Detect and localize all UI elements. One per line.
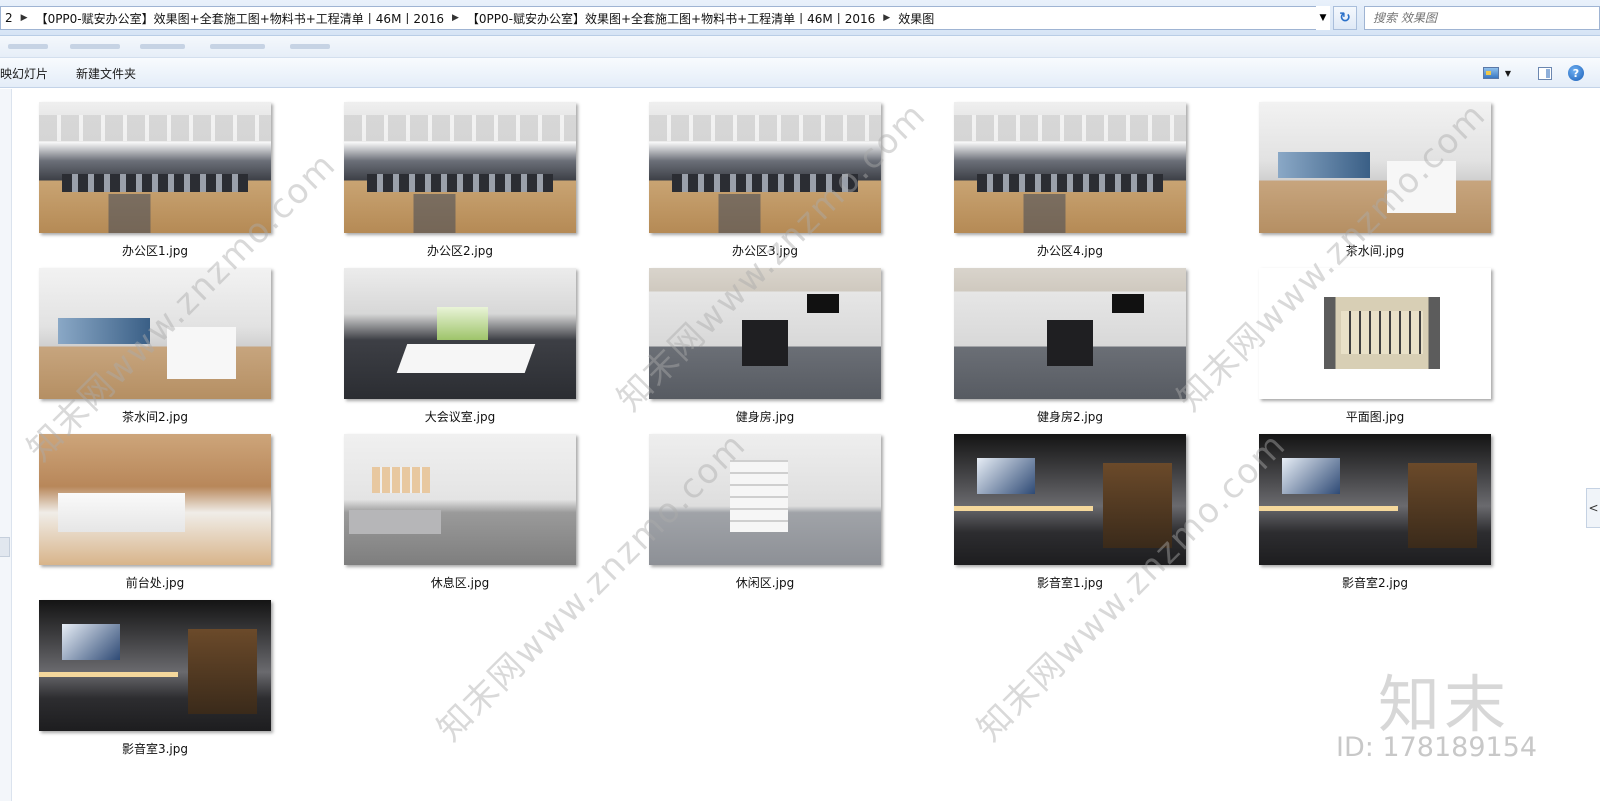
breadcrumb-segment[interactable]: 2 bbox=[1, 11, 17, 25]
file-tile[interactable]: 办公区2.jpg bbox=[343, 102, 583, 262]
file-name: 健身房2.jpg bbox=[1036, 410, 1104, 424]
file-name: 办公区3.jpg bbox=[731, 244, 799, 258]
file-tile[interactable]: 休闲区.jpg bbox=[648, 434, 888, 594]
file-thumbnail[interactable] bbox=[649, 102, 881, 233]
file-thumbnail[interactable] bbox=[1259, 434, 1491, 565]
breadcrumb-arrow-icon[interactable]: ▶ bbox=[879, 13, 894, 23]
menu-placeholder bbox=[290, 44, 330, 49]
file-name: 休息区.jpg bbox=[430, 576, 490, 590]
file-name: 茶水间2.jpg bbox=[121, 410, 189, 424]
help-icon: ? bbox=[1568, 65, 1584, 81]
file-name: 影音室2.jpg bbox=[1341, 576, 1409, 590]
file-name: 办公区2.jpg bbox=[426, 244, 494, 258]
file-tile[interactable]: 健身房.jpg bbox=[648, 268, 888, 428]
menu-placeholder bbox=[210, 44, 265, 49]
file-name: 平面图.jpg bbox=[1345, 410, 1405, 424]
search-box[interactable] bbox=[1364, 6, 1600, 30]
file-tile[interactable]: 影音室2.jpg bbox=[1258, 434, 1498, 594]
file-name: 休闲区.jpg bbox=[735, 576, 795, 590]
file-name: 办公区1.jpg bbox=[121, 244, 189, 258]
address-dropdown-icon[interactable]: ▼ bbox=[1316, 6, 1330, 30]
menu-placeholder bbox=[8, 44, 48, 49]
breadcrumb[interactable]: 2 ▶ 【0PP0-赋安办公室】效果图+全套施工图+物料书+工程清单丨46M丨2… bbox=[0, 6, 1330, 30]
expand-pane-chevron-left-icon[interactable]: < bbox=[1586, 488, 1600, 528]
breadcrumb-segment[interactable]: 效果图 bbox=[894, 10, 938, 27]
file-tile[interactable]: 大会议室.jpg bbox=[343, 268, 583, 428]
view-dropdown-icon[interactable]: ▼ bbox=[1502, 63, 1514, 83]
breadcrumb-arrow-icon[interactable]: ▶ bbox=[448, 13, 463, 23]
new-folder-button[interactable]: 新建文件夹 bbox=[76, 65, 136, 82]
breadcrumb-segment[interactable]: 【0PP0-赋安办公室】效果图+全套施工图+物料书+工程清单丨46M丨2016 bbox=[32, 10, 448, 27]
file-thumbnail[interactable] bbox=[649, 434, 881, 565]
file-tile[interactable]: 办公区3.jpg bbox=[648, 102, 888, 262]
file-thumbnail[interactable] bbox=[344, 102, 576, 233]
help-button[interactable]: ? bbox=[1566, 63, 1586, 83]
file-thumbnail[interactable] bbox=[39, 434, 271, 565]
file-tile[interactable]: 办公区1.jpg bbox=[38, 102, 278, 262]
file-thumbnail[interactable] bbox=[1259, 268, 1491, 399]
file-thumbnail[interactable] bbox=[39, 102, 271, 233]
menu-placeholder bbox=[140, 44, 185, 49]
file-tile[interactable]: 影音室1.jpg bbox=[953, 434, 1193, 594]
file-name: 影音室1.jpg bbox=[1036, 576, 1104, 590]
file-list: 办公区1.jpg 办公区2.jpg 办公区3.jpg 办公区4.jpg 茶水间.jpg 茶… bbox=[12, 89, 1600, 801]
breadcrumb-arrow-icon[interactable]: ▶ bbox=[17, 13, 32, 23]
file-tile[interactable]: 健身房2.jpg bbox=[953, 268, 1193, 428]
breadcrumb-segment[interactable]: 【0PP0-赋安办公室】效果图+全套施工图+物料书+工程清单丨46M丨2016 bbox=[463, 10, 879, 27]
menu-strip bbox=[0, 36, 1600, 58]
change-view-button[interactable] bbox=[1482, 63, 1500, 83]
file-tile[interactable]: 茶水间2.jpg bbox=[38, 268, 278, 428]
preview-pane-icon bbox=[1538, 66, 1552, 80]
address-bar: 2 ▶ 【0PP0-赋安办公室】效果图+全套施工图+物料书+工程清单丨46M丨2… bbox=[0, 0, 1600, 36]
file-tile[interactable]: 前台处.jpg bbox=[38, 434, 278, 594]
file-tile[interactable]: 影音室3.jpg bbox=[38, 600, 278, 760]
search-input[interactable] bbox=[1365, 7, 1599, 29]
file-name: 影音室3.jpg bbox=[121, 742, 189, 756]
watermark-id: ID: 178189154 bbox=[1336, 732, 1538, 763]
file-thumbnail[interactable] bbox=[954, 268, 1186, 399]
slideshow-button[interactable]: 映幻灯片 bbox=[0, 65, 48, 82]
nav-pane-handle[interactable] bbox=[0, 537, 10, 557]
file-thumbnail[interactable] bbox=[954, 434, 1186, 565]
file-tile[interactable]: 休息区.jpg bbox=[343, 434, 583, 594]
file-thumbnail[interactable] bbox=[344, 434, 576, 565]
file-tile[interactable]: 平面图.jpg bbox=[1258, 268, 1498, 428]
file-thumbnail[interactable] bbox=[39, 268, 271, 399]
view-icon bbox=[1483, 67, 1499, 79]
file-thumbnail[interactable] bbox=[954, 102, 1186, 233]
command-bar: 映幻灯片 新建文件夹 ▼ ? bbox=[0, 58, 1600, 88]
file-name: 茶水间.jpg bbox=[1345, 244, 1405, 258]
file-thumbnail[interactable] bbox=[39, 600, 271, 731]
file-name: 健身房.jpg bbox=[735, 410, 795, 424]
file-thumbnail[interactable] bbox=[1259, 102, 1491, 233]
file-tile[interactable]: 办公区4.jpg bbox=[953, 102, 1193, 262]
file-name: 办公区4.jpg bbox=[1036, 244, 1104, 258]
file-tile[interactable]: 茶水间.jpg bbox=[1258, 102, 1498, 262]
file-thumbnail[interactable] bbox=[649, 268, 881, 399]
file-name: 大会议室.jpg bbox=[424, 410, 496, 424]
file-thumbnail[interactable] bbox=[344, 268, 576, 399]
menu-placeholder bbox=[70, 44, 120, 49]
refresh-icon[interactable]: ↻ bbox=[1333, 6, 1357, 30]
navigation-pane-edge bbox=[0, 89, 12, 801]
watermark-brand: 知末 bbox=[1378, 668, 1511, 741]
file-name: 前台处.jpg bbox=[125, 576, 185, 590]
preview-pane-button[interactable] bbox=[1536, 63, 1554, 83]
